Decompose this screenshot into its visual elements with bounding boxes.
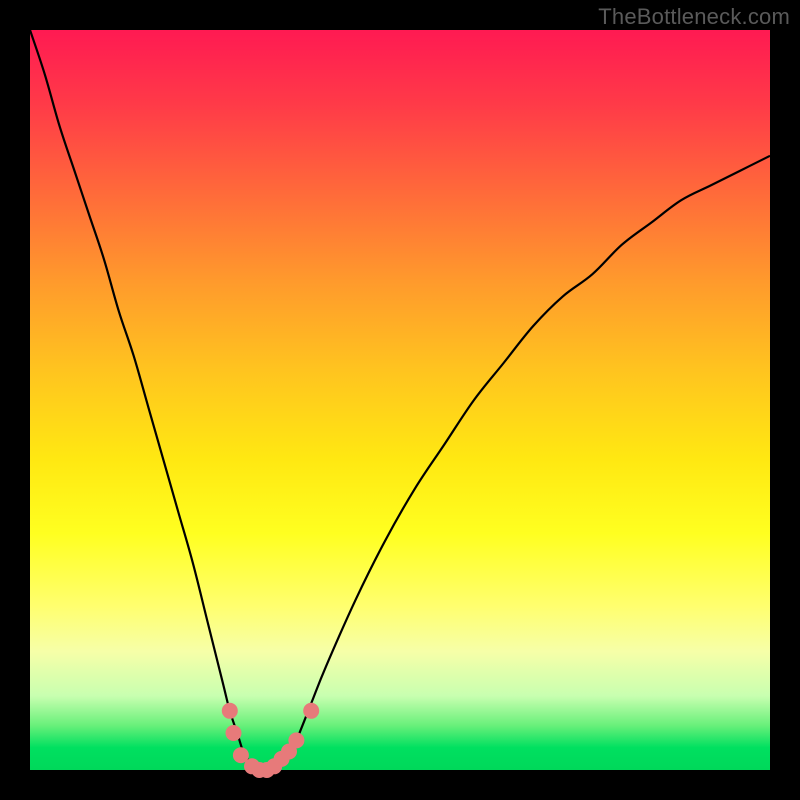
curve-marker — [288, 732, 304, 748]
curve-marker — [303, 703, 319, 719]
chart-frame: TheBottleneck.com — [0, 0, 800, 800]
watermark-text: TheBottleneck.com — [598, 4, 790, 30]
plot-area — [30, 30, 770, 770]
chart-svg — [30, 30, 770, 770]
marker-group — [222, 703, 319, 778]
curve-marker — [226, 725, 242, 741]
curve-marker — [222, 703, 238, 719]
bottleneck-curve — [30, 30, 770, 771]
